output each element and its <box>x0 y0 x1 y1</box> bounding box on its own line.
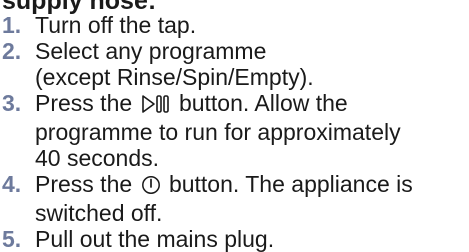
step-number: 3. <box>2 90 22 116</box>
step-text: Turn off the tap. <box>35 12 197 38</box>
step-number: 4. <box>2 171 22 197</box>
step-text: Press the button. Allow the programme to… <box>35 90 469 171</box>
power-icon <box>141 174 161 200</box>
start-pause-icon <box>141 93 171 119</box>
step-text-before-icon: Press the <box>35 171 133 197</box>
step-number: 2. <box>2 38 22 64</box>
list-item: 5. Pull out the mains plug. <box>0 226 469 252</box>
step-text: Press the button. The appliance is switc… <box>35 171 469 226</box>
list-item: 2. Select any programme (except Rinse/Sp… <box>0 38 469 90</box>
list-item: 1. Turn off the tap. <box>0 12 469 38</box>
step-number: 5. <box>2 226 22 252</box>
step-text-before-icon: Press the <box>35 90 133 116</box>
step-text: Pull out the mains plug. <box>35 226 275 252</box>
step-number: 1. <box>2 12 22 38</box>
instruction-list: 1. Turn off the tap. 2. Select any progr… <box>0 12 469 252</box>
list-item: 3. Press the button. Allow the programme… <box>0 90 469 171</box>
step-text: Select any programme (except Rinse/Spin/… <box>35 38 314 90</box>
list-item: 4. Press the button. The appliance is sw… <box>0 171 469 226</box>
